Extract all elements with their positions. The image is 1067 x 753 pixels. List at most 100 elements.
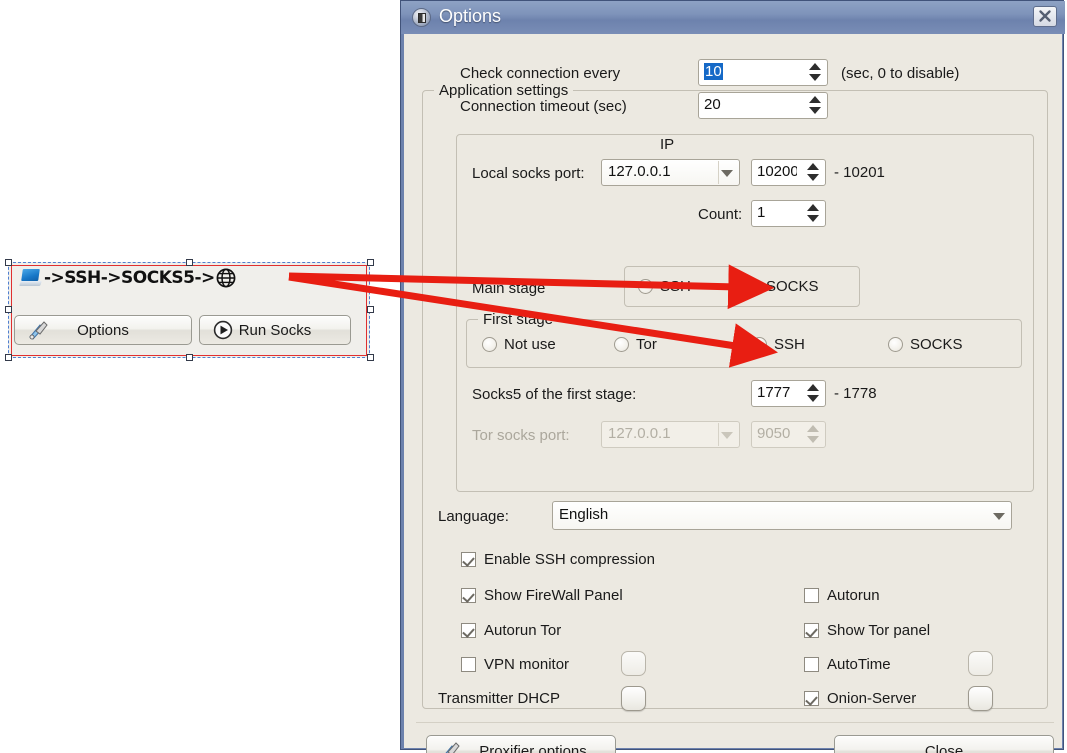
resize-handle-s[interactable] [186,354,193,361]
play-icon [212,320,234,340]
checkbox-label: AutoTime [827,656,891,673]
main-stage-socks-label: SOCKS [766,278,819,295]
checkbox-icon [804,657,819,672]
local-socks-ip-combo[interactable]: 127.0.0.1 [601,159,740,186]
resize-handle-n[interactable] [186,259,193,266]
vpn-monitor-toggle[interactable] [621,651,646,676]
dialog-titlebar[interactable]: Options [401,1,1065,34]
radio-icon [752,337,767,352]
local-socks-port-spinner[interactable]: 10200 [751,159,826,186]
resize-handle-se[interactable] [367,354,374,361]
tor-socks-port-label: Tor socks port: [472,427,570,444]
screenshot-root: ->SSH->SOCKS5-> Options Run Socks Option… [0,0,1067,753]
left-canvas: ->SSH->SOCKS5-> Options Run Socks [0,0,400,753]
checkbox-icon [461,623,476,638]
local-socks-ip-value: 127.0.0.1 [608,163,671,180]
spinner-arrows-icon[interactable] [808,62,821,84]
proxifier-options-button[interactable]: Proxifier options [426,735,616,753]
language-combo[interactable]: English [552,501,1012,530]
first-stage-notuse-radio[interactable]: Not use [482,336,556,353]
first-stage-socks-radio[interactable]: SOCKS [888,336,963,353]
checkbox-icon [804,588,819,603]
spinner-arrows-icon[interactable] [806,162,819,184]
checkbox-icon [804,623,819,638]
chain-title-text: ->SSH->SOCKS5-> [44,268,215,288]
connection-timeout-spinner[interactable]: 20 [698,92,828,119]
local-socks-port-label: Local socks port: [472,165,585,182]
monitor-icon [19,269,42,287]
socks5-first-stage-spinner[interactable]: 1777 [751,380,826,407]
footer-divider [416,722,1054,723]
checkbox-autorun-tor[interactable]: Autorun Tor [461,622,561,639]
spinner-arrows-icon [806,424,819,446]
resize-handle-sw[interactable] [5,354,12,361]
resize-handle-nw[interactable] [5,259,12,266]
transmitter-dhcp-toggle[interactable] [621,686,646,711]
count-label: Count: [698,206,743,223]
spinner-arrows-icon[interactable] [806,383,819,405]
connection-timeout-value[interactable]: 20 [704,96,721,113]
spinner-arrows-icon[interactable] [806,203,819,225]
options-button[interactable]: Options [14,315,192,345]
checkbox-autotime[interactable]: AutoTime [804,656,891,673]
first-stage-ssh-radio[interactable]: SSH [752,336,805,353]
checkbox-onion-server[interactable]: Onion-Server [804,690,916,707]
language-value: English [559,506,609,523]
main-stage-socks-radio[interactable]: SOCKS [744,278,819,295]
connection-timeout-label: Connection timeout (sec) [460,98,627,115]
ip-group-legend: IP [654,136,681,153]
main-stage-ssh-radio[interactable]: SSH [638,278,691,295]
checkbox-label: Autorun Tor [484,622,562,639]
autotime-toggle[interactable] [968,651,993,676]
transmitter-dhcp-label: Transmitter DHCP [438,690,560,707]
check-connection-spinner[interactable]: 10 [698,59,828,86]
run-socks-button-label: Run Socks [238,321,312,339]
close-button[interactable]: Close [834,735,1054,753]
checkbox-enable-ssh-compression[interactable]: Enable SSH compression [461,551,655,568]
count-spinner[interactable]: 1 [751,200,826,227]
socks5-first-stage-end: - 1778 [834,385,877,402]
radio-icon [638,279,653,294]
resize-handle-e[interactable] [367,306,374,313]
checkbox-icon [461,588,476,603]
checkbox-label: Onion-Server [827,690,917,707]
language-label: Language: [438,508,509,525]
check-connection-value[interactable]: 10 [704,63,723,80]
chevron-down-icon[interactable] [993,513,1005,520]
resize-handle-ne[interactable] [367,259,374,266]
first-stage-legend: First stage [478,311,559,328]
checkbox-autorun[interactable]: Autorun [804,587,880,604]
checkbox-show-tor-panel[interactable]: Show Tor panel [804,622,930,639]
chevron-down-icon[interactable] [721,170,733,177]
close-icon[interactable] [1033,6,1057,27]
tools-icon [27,320,49,340]
first-stage-tor-label: Tor [636,336,657,353]
globe-icon [216,268,236,288]
chain-title: ->SSH->SOCKS5-> [19,268,236,288]
local-socks-port-value[interactable]: 10200 [757,163,797,180]
tor-socks-port-value: 9050 [757,425,791,442]
options-dialog: Options Application settings Check conne… [400,0,1065,753]
radio-icon [888,337,903,352]
checkbox-label: Enable SSH compression [484,551,655,568]
tools-icon [439,741,461,753]
spinner-arrows-icon[interactable] [808,95,821,117]
checkbox-show-firewall-panel[interactable]: Show FireWall Panel [461,587,623,604]
first-stage-tor-radio[interactable]: Tor [614,336,657,353]
proxifier-options-label: Proxifier options [479,742,587,753]
main-stage-ssh-label: SSH [660,278,691,295]
checkbox-vpn-monitor[interactable]: VPN monitor [461,656,569,673]
close-button-label: Close [924,742,964,753]
tor-socks-ip-value: 127.0.0.1 [608,425,671,442]
checkbox-icon [461,552,476,567]
run-socks-button[interactable]: Run Socks [199,315,351,345]
checkbox-icon [804,691,819,706]
checkbox-icon [461,657,476,672]
check-connection-hint: (sec, 0 to disable) [841,65,960,82]
main-stage-label: Main stage [472,280,546,297]
socks5-first-stage-value[interactable]: 1777 [757,384,790,401]
tor-socks-ip-combo: 127.0.0.1 [601,421,740,448]
count-value[interactable]: 1 [757,204,765,221]
resize-handle-w[interactable] [5,306,12,313]
onion-server-toggle[interactable] [968,686,993,711]
